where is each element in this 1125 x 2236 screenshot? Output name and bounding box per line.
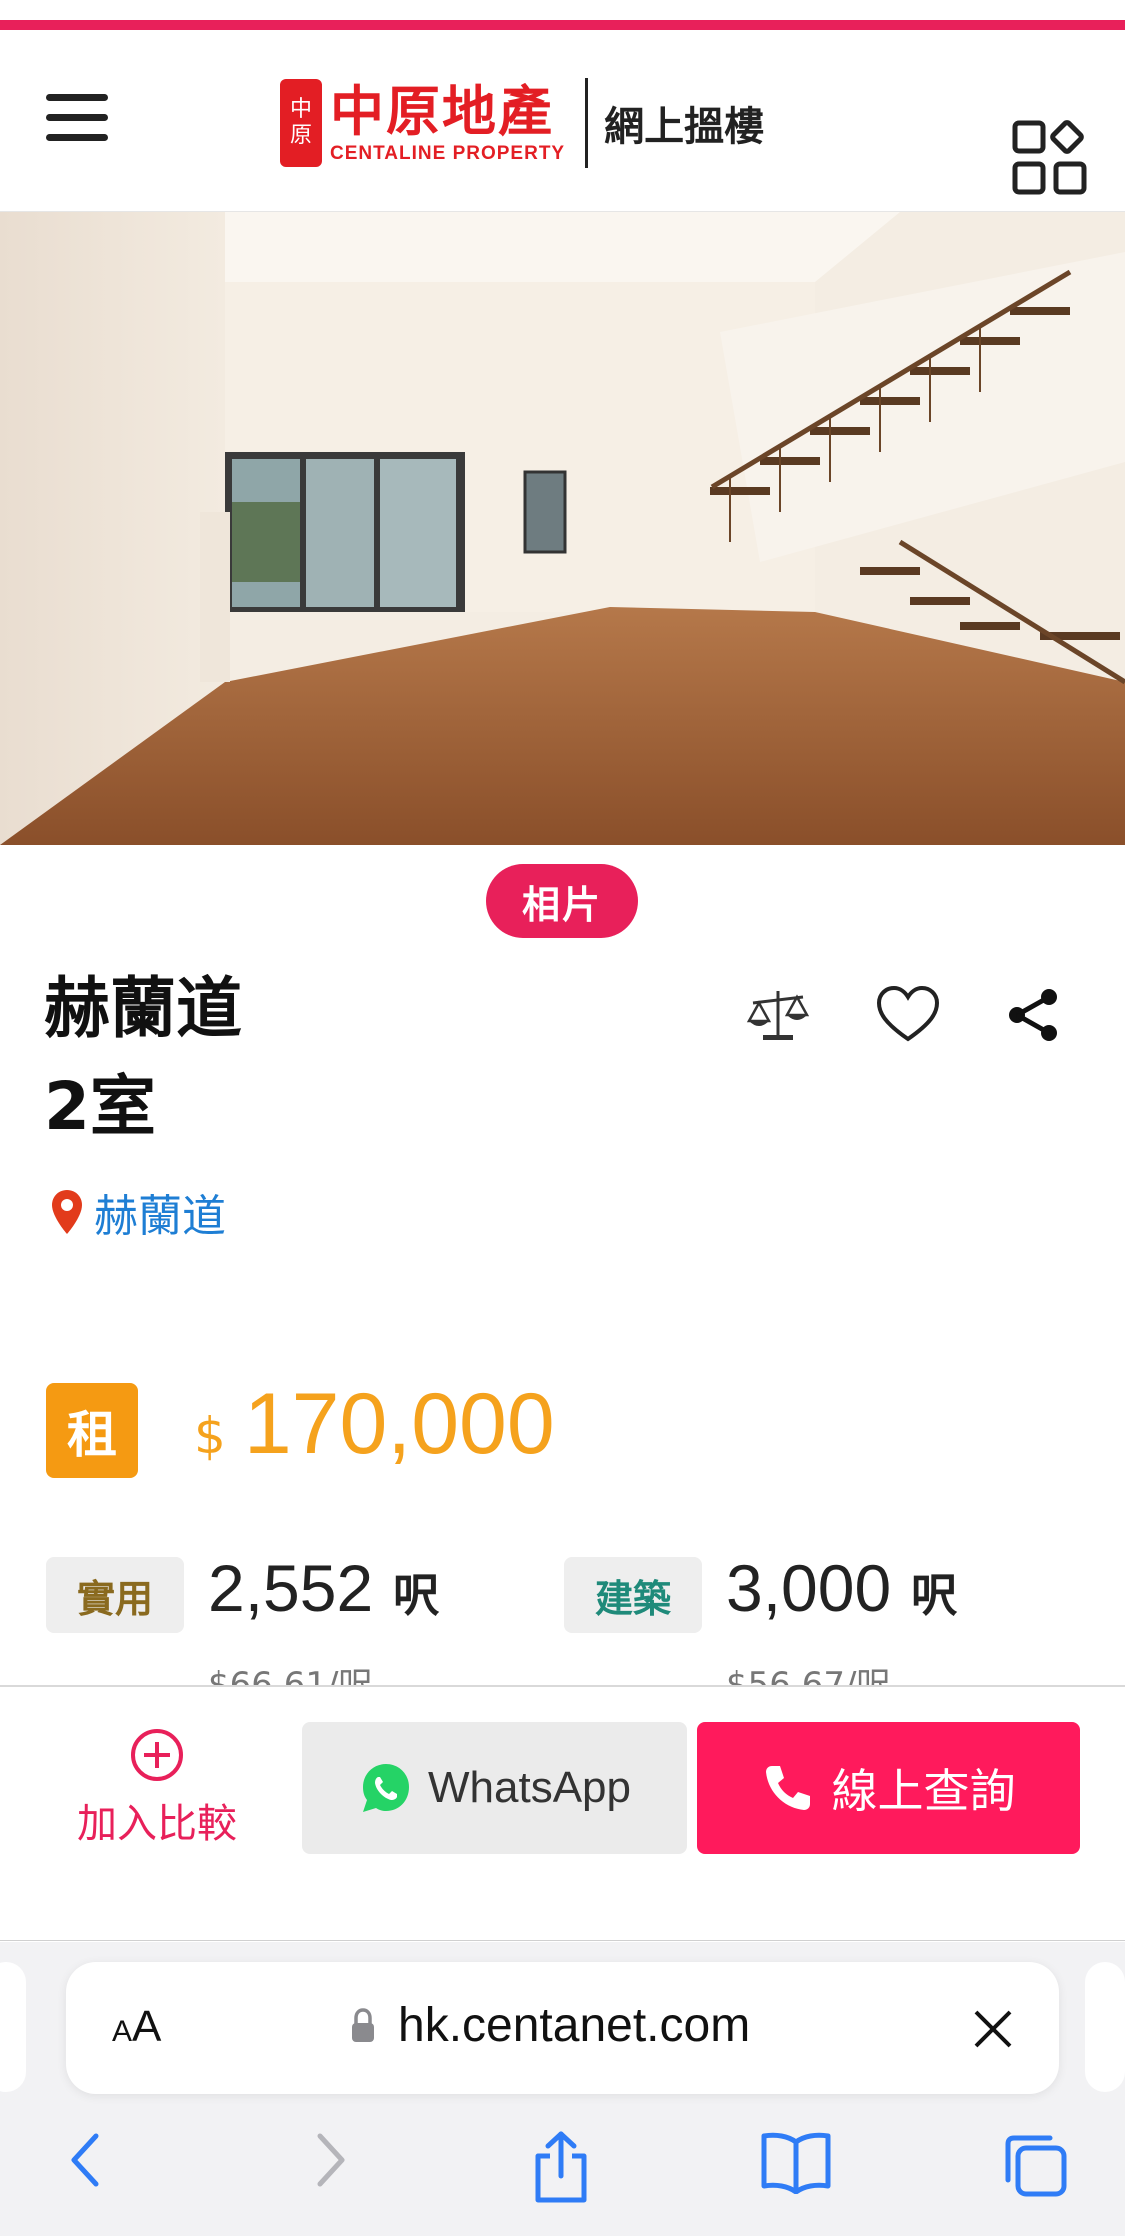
price-amount: 170,000 bbox=[243, 1376, 555, 1472]
brand-wordmark: 中原地產 CENTALINE PROPERTY bbox=[330, 81, 565, 165]
gross-area-number: 3,000 bbox=[726, 1551, 892, 1625]
photos-button[interactable]: 相片 bbox=[486, 864, 638, 938]
saleable-area-value: 2,552 呎 bbox=[208, 1550, 439, 1626]
rent-badge: 租 bbox=[46, 1383, 138, 1478]
back-icon[interactable] bbox=[66, 2130, 106, 2190]
action-bar: 加入比較 WhatsApp 線上查詢 bbox=[0, 1685, 1125, 1941]
location-link[interactable]: 赫蘭道 bbox=[50, 1180, 226, 1244]
add-compare-label: 加入比較 bbox=[77, 1801, 237, 1847]
heart-icon[interactable] bbox=[875, 985, 941, 1045]
whatsapp-label: WhatsApp bbox=[428, 1763, 631, 1812]
previous-tab-peek[interactable] bbox=[0, 1962, 26, 2092]
rent-price: $ 170,000 bbox=[194, 1375, 555, 1474]
brand-name-en: CENTALINE PROPERTY bbox=[330, 143, 566, 164]
top-accent-bar bbox=[0, 0, 1125, 32]
location-pin-icon bbox=[52, 1190, 82, 1234]
site-header: 中 原 中原地產 CENTALINE PROPERTY 網上搵樓 bbox=[0, 32, 1125, 212]
gross-price-per-ft: $56.67/呎 bbox=[726, 1665, 891, 1687]
brand-logo[interactable]: 中 原 中原地產 CENTALINE PROPERTY 網上搵樓 bbox=[280, 77, 764, 169]
listing-title: 赫蘭道 2室 bbox=[44, 960, 242, 1156]
lock-icon bbox=[352, 2008, 374, 2042]
gross-area-tag: 建築 bbox=[564, 1557, 702, 1633]
brand-tagline: 網上搵樓 bbox=[604, 104, 765, 150]
saleable-area-tag: 實用 bbox=[46, 1557, 184, 1633]
property-photo[interactable] bbox=[0, 212, 1125, 845]
room-photo-illustration bbox=[0, 212, 1125, 845]
add-circle-icon bbox=[131, 1729, 183, 1781]
gross-area-value: 3,000 呎 bbox=[726, 1550, 957, 1626]
bookmarks-icon[interactable] bbox=[760, 2130, 832, 2194]
next-tab-peek[interactable] bbox=[1085, 1962, 1125, 2092]
brand-name-cn: 中原地產 bbox=[330, 80, 554, 143]
share-sheet-icon[interactable] bbox=[530, 2130, 592, 2204]
menu-icon[interactable] bbox=[46, 94, 108, 142]
brand-divider bbox=[585, 78, 589, 168]
gross-area-unit: 呎 bbox=[911, 1568, 958, 1622]
listing-title-line2: 2室 bbox=[44, 1068, 156, 1145]
whatsapp-button[interactable]: WhatsApp bbox=[302, 1722, 687, 1854]
brand-seal: 中 原 bbox=[280, 79, 322, 167]
url-text[interactable]: hk.centanet.com bbox=[398, 1998, 750, 2053]
share-icon[interactable] bbox=[1005, 985, 1061, 1045]
location-text[interactable]: 赫蘭道 bbox=[94, 1180, 226, 1244]
whatsapp-icon bbox=[363, 1764, 409, 1812]
close-icon[interactable] bbox=[972, 2008, 1014, 2050]
tabs-icon[interactable] bbox=[1000, 2130, 1070, 2200]
forward-icon[interactable] bbox=[310, 2130, 350, 2190]
saleable-area-number: 2,552 bbox=[208, 1551, 374, 1625]
saleable-price-per-ft: $66.61/呎 bbox=[208, 1665, 373, 1687]
online-enquiry-label: 線上查詢 bbox=[831, 1764, 1016, 1818]
saleable-area-unit: 呎 bbox=[393, 1568, 440, 1622]
grid-apps-icon[interactable] bbox=[1012, 120, 1088, 196]
price-currency: $ bbox=[194, 1407, 226, 1465]
online-enquiry-button[interactable]: 線上查詢 bbox=[697, 1722, 1080, 1854]
phone-icon bbox=[765, 1766, 810, 1810]
reader-settings-button[interactable]: AA bbox=[112, 2002, 161, 2052]
address-bar[interactable]: AA hk.centanet.com bbox=[66, 1962, 1059, 2094]
listing-title-line1: 赫蘭道 bbox=[44, 970, 242, 1047]
add-compare-button[interactable]: 加入比較 bbox=[52, 1727, 262, 1867]
compare-scale-icon[interactable] bbox=[745, 985, 811, 1045]
